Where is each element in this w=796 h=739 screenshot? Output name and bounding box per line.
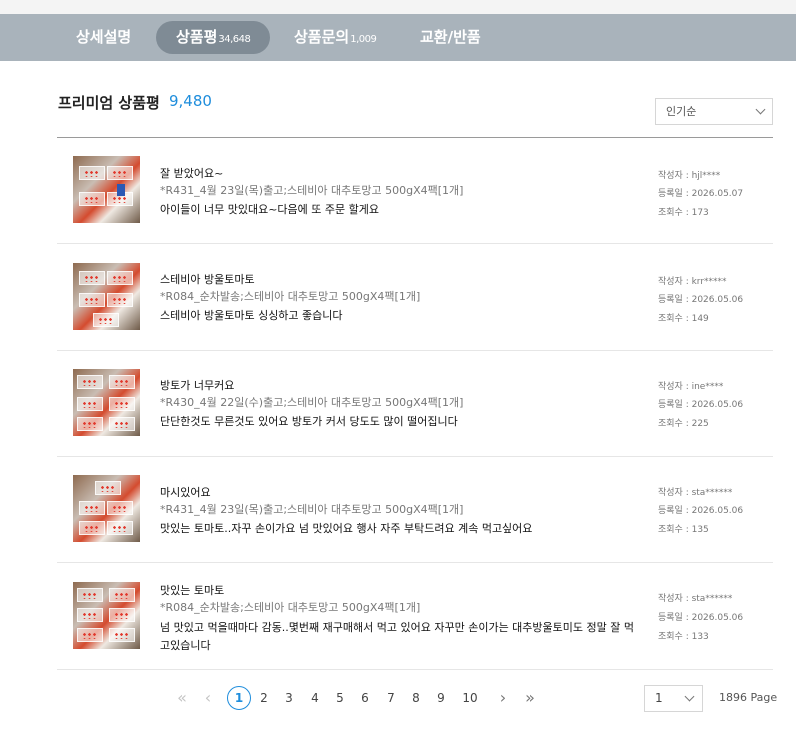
review-photo[interactable] <box>73 369 140 436</box>
page-select-dropdown[interactable]: 1 <box>644 685 703 712</box>
review-title[interactable]: 맛있는 토마토 <box>160 582 224 598</box>
review-option: *R084_순차발송;스테비아 대추토망고 500gX4팩[1개] <box>160 601 421 614</box>
review-body: 스테비아 방울토마토 싱싱하고 좋습니다 <box>160 309 343 322</box>
review-option: *R430_4월 22일(수)출고;스테비아 대추토망고 500gX4팩[1개] <box>160 396 464 409</box>
page-1-button[interactable]: 1 <box>227 686 251 710</box>
page-8-button[interactable]: 8 <box>406 686 426 710</box>
tab-exchange-return[interactable]: 교환/반품 <box>420 21 481 54</box>
review-option: *R431_4월 23일(목)출고;스테비아 대추토망고 500gX4팩[1개] <box>160 503 464 516</box>
review-item[interactable]: 스테비아 방울토마토 *R084_순차발송;스테비아 대추토망고 500gX4팩… <box>57 244 773 351</box>
sort-dropdown[interactable]: 인기순 <box>655 98 773 125</box>
review-item[interactable]: 방토가 너무커요 *R430_4월 22일(수)출고;스테비아 대추토망고 50… <box>57 351 773 457</box>
tab-label: 상세설명 <box>76 28 132 46</box>
review-title[interactable]: 마시있어요 <box>160 484 211 500</box>
tab-count: 34,648 <box>218 34 251 45</box>
page-select-value: 1 <box>655 691 663 705</box>
review-photo[interactable] <box>73 156 140 223</box>
review-item[interactable]: 잘 받았어요~ *R431_4월 23일(목)출고;스테비아 대추토망고 500… <box>57 138 773 244</box>
chevron-right-icon[interactable]: › <box>494 686 512 710</box>
page-7-button[interactable]: 7 <box>381 686 401 710</box>
review-item[interactable]: 마시있어요 *R431_4월 23일(목)출고;스테비아 대추토망고 500gX… <box>57 457 773 563</box>
total-pages-label: 1896 Page <box>719 691 778 704</box>
review-views: 조회수 : 173 <box>658 208 709 218</box>
review-body: 단단한것도 무른것도 있어요 방토가 커서 당도도 많이 떨어집니다 <box>160 415 458 428</box>
page-5-button[interactable]: 5 <box>330 686 350 710</box>
tab-description[interactable]: 상세설명 <box>76 21 131 54</box>
review-views: 조회수 : 133 <box>658 632 709 642</box>
tab-label: 상품문의 <box>294 28 350 46</box>
page-9-button[interactable]: 9 <box>431 686 451 710</box>
review-title[interactable]: 스테비아 방울토마토 <box>160 271 255 287</box>
review-author: 작성자 : sta****** <box>658 594 733 604</box>
review-count: 9,480 <box>169 92 212 110</box>
tab-reviews[interactable]: 상품평34,648 <box>156 21 271 54</box>
review-author: 작성자 : hjl**** <box>658 171 721 181</box>
page-3-button[interactable]: 3 <box>279 686 299 710</box>
review-body: 아이들이 너무 맛있대요~다음에 또 주문 할게요 <box>160 203 379 216</box>
review-body: 넘 맛있고 먹을때마다 감동..몇번째 재구매해서 먹고 있어요 자꾸만 손이가… <box>160 621 634 652</box>
review-views: 조회수 : 135 <box>658 525 709 535</box>
review-body: 맛있는 토마토..자꾸 손이가요 넘 맛있어요 행사 자주 부탁드려요 계속 먹… <box>160 522 533 535</box>
page-2-button[interactable]: 2 <box>254 686 274 710</box>
sort-selected-value: 인기순 <box>666 105 697 118</box>
chevron-down-icon <box>684 691 695 702</box>
review-date: 등록일 : 2026.05.06 <box>658 400 744 410</box>
tab-label: 상품평 <box>176 28 218 46</box>
review-date: 등록일 : 2026.05.06 <box>658 613 744 623</box>
review-photo[interactable] <box>73 475 140 542</box>
product-tab-bar: 상세설명 상품평34,648 상품문의1,009 교환/반품 <box>0 14 796 61</box>
review-author: 작성자 : ine**** <box>658 382 724 392</box>
tab-label: 교환/반품 <box>420 28 481 46</box>
chevron-down-icon <box>755 104 766 115</box>
double-chevron-left-icon[interactable]: « <box>172 686 192 710</box>
review-author: 작성자 : sta****** <box>658 488 733 498</box>
review-date: 등록일 : 2026.05.07 <box>658 189 744 199</box>
page-10-button[interactable]: 10 <box>458 686 482 710</box>
review-views: 조회수 : 225 <box>658 419 709 429</box>
review-photo[interactable] <box>73 263 140 330</box>
review-item[interactable]: 맛있는 토마토 *R084_순차발송;스테비아 대추토망고 500gX4팩[1개… <box>57 563 773 670</box>
page-6-button[interactable]: 6 <box>355 686 375 710</box>
review-option: *R431_4월 23일(목)출고;스테비아 대추토망고 500gX4팩[1개] <box>160 184 464 197</box>
top-strip <box>0 0 796 14</box>
review-author: 작성자 : krr***** <box>658 277 727 287</box>
double-chevron-right-icon[interactable]: » <box>520 686 540 710</box>
review-title[interactable]: 방토가 너무커요 <box>160 377 234 393</box>
tab-count: 1,009 <box>350 34 377 45</box>
review-date: 등록일 : 2026.05.06 <box>658 506 744 516</box>
section-title: 프리미엄 상품평 <box>58 94 160 112</box>
review-title[interactable]: 잘 받았어요~ <box>160 165 223 181</box>
review-date: 등록일 : 2026.05.06 <box>658 295 744 305</box>
page-4-button[interactable]: 4 <box>305 686 325 710</box>
tab-inquiries[interactable]: 상품문의1,009 <box>294 21 377 54</box>
review-photo[interactable] <box>73 582 140 649</box>
review-views: 조회수 : 149 <box>658 314 709 324</box>
review-option: *R084_순차발송;스테비아 대추토망고 500gX4팩[1개] <box>160 290 421 303</box>
chevron-left-icon[interactable]: ‹ <box>199 686 217 710</box>
